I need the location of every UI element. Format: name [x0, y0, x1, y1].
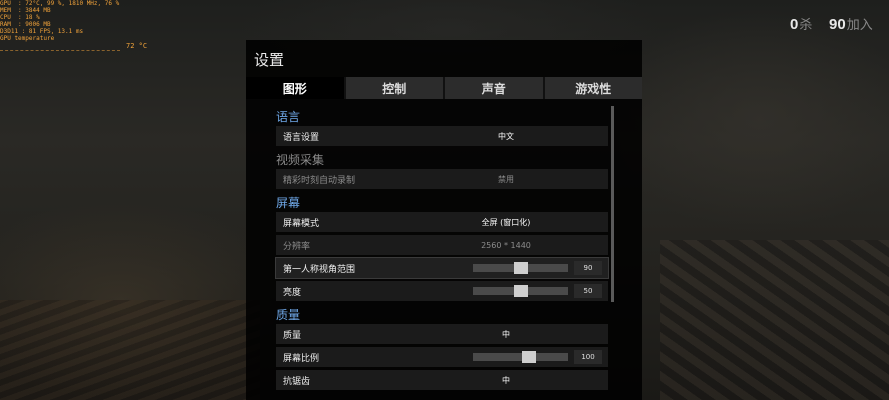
alive-value: 90	[829, 16, 846, 33]
row-language-setting[interactable]: 语言设置 中文	[276, 126, 608, 146]
quality-dropdown[interactable]: 中	[476, 329, 536, 340]
anti-aliasing-dropdown[interactable]: 中	[476, 375, 536, 386]
highlight-record-dropdown[interactable]: 禁用	[476, 174, 536, 185]
row-label: 质量	[283, 330, 302, 341]
row-label: 语言设置	[283, 132, 320, 143]
settings-list: 语言 语言设置 中文 视频采集 精彩时刻自动录制 禁用 屏幕 屏幕模式 全屏 (…	[275, 106, 609, 393]
section-video-capture: 视频采集	[276, 152, 325, 167]
settings-tabs: 图形 控制 声音 游戏性	[246, 77, 642, 99]
resolution-dropdown[interactable]: 2560 * 1440	[476, 241, 536, 250]
language-dropdown[interactable]: 中文	[476, 131, 536, 142]
kills-label: 杀	[799, 17, 813, 32]
section-language: 语言	[276, 109, 301, 124]
kills-counter: 0杀	[790, 14, 812, 33]
screen-mode-dropdown[interactable]: 全屏 (窗口化)	[476, 217, 536, 228]
overlay-line: CPU : 18 %	[0, 14, 40, 21]
gpu-temperature-value: 72 °C	[126, 42, 148, 50]
row-label: 亮度	[283, 287, 302, 298]
overlay-line: MEM : 3844 MB	[0, 7, 51, 14]
row-anti-aliasing[interactable]: 抗锯齿 中	[276, 370, 608, 390]
row-label: 分辨率	[283, 241, 311, 252]
row-screen-scale[interactable]: 屏幕比例 100	[276, 347, 608, 367]
overlay-line: GPU temperature	[0, 35, 55, 42]
row-label: 第一人称视角范围	[283, 264, 356, 275]
section-screen: 屏幕	[276, 195, 301, 210]
kills-value: 0	[790, 16, 799, 33]
slider-handle[interactable]	[522, 351, 536, 363]
brightness-slider[interactable]	[473, 285, 568, 297]
row-brightness[interactable]: 亮度 50	[276, 281, 608, 301]
tab-graphics[interactable]: 图形	[246, 77, 346, 99]
temperature-graph-line	[0, 50, 120, 51]
row-label: 抗锯齿	[283, 376, 311, 387]
row-fov[interactable]: 第一人称视角范围 90	[275, 257, 609, 279]
background-rubble	[660, 240, 889, 400]
alive-label: 加入	[846, 17, 873, 32]
alive-counter: 90加入	[829, 14, 873, 33]
row-label: 屏幕模式	[283, 218, 320, 229]
overlay-line: RAM : 9006 MB	[0, 21, 51, 28]
slider-handle[interactable]	[514, 262, 528, 274]
settings-panel: 设置 图形 控制 声音 游戏性 语言 语言设置 中文 视频采集 精彩时刻自动录制…	[246, 40, 642, 400]
performance-overlay: GPU : 72°C, 99 %, 1810 MHz, 76 % MEM : 3…	[0, 0, 119, 42]
row-resolution[interactable]: 分辨率 2560 * 1440	[276, 235, 608, 255]
fov-value-box[interactable]: 90	[574, 261, 602, 275]
tab-gameplay[interactable]: 游戏性	[544, 77, 642, 99]
section-quality: 质量	[276, 307, 301, 322]
settings-title: 设置	[254, 51, 285, 69]
tab-audio[interactable]: 声音	[445, 77, 545, 99]
background-wood	[0, 300, 260, 400]
brightness-value-box[interactable]: 50	[574, 284, 602, 298]
row-highlight-record[interactable]: 精彩时刻自动录制 禁用	[276, 169, 608, 189]
settings-scrollbar[interactable]	[611, 106, 614, 302]
overlay-line: D3D11 : 81 FPS, 13.1 ms	[0, 28, 84, 35]
overlay-line: GPU : 72°C, 99 %, 1810 MHz, 76 %	[0, 0, 120, 7]
row-screen-mode[interactable]: 屏幕模式 全屏 (窗口化)	[276, 212, 608, 232]
tab-controls[interactable]: 控制	[345, 77, 445, 99]
slider-handle[interactable]	[514, 285, 528, 297]
row-quality[interactable]: 质量 中	[276, 324, 608, 344]
row-label: 屏幕比例	[283, 353, 320, 364]
row-label: 精彩时刻自动录制	[283, 175, 356, 186]
screen-scale-value-box[interactable]: 100	[574, 350, 602, 364]
screen-scale-slider[interactable]	[473, 351, 568, 363]
fov-slider[interactable]	[473, 262, 568, 274]
